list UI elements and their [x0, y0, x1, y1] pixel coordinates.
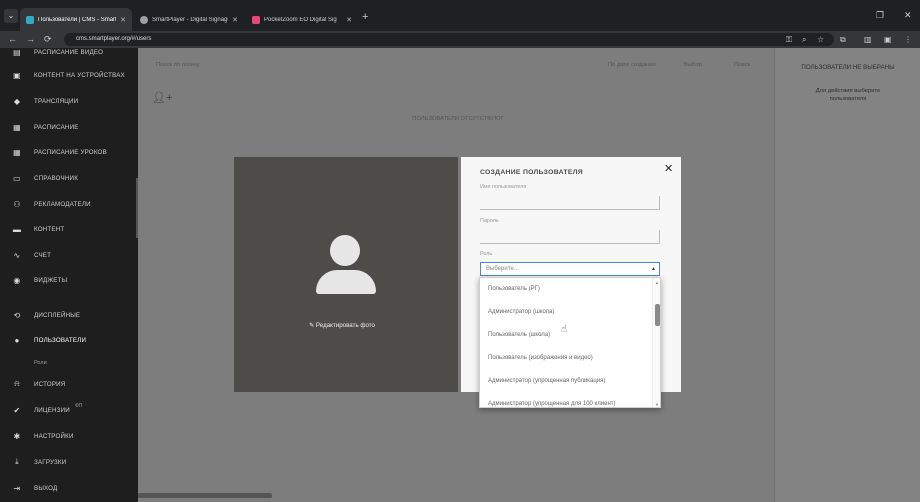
role-option[interactable]: Администратор (школа) — [488, 309, 648, 315]
users-toolbar: Поиск по логину По дате создания Выбор П… — [148, 56, 766, 74]
browser-tab-smartplayer[interactable]: SmartPlayer - Digital Signage f ✕ — [134, 8, 244, 31]
scroll-up-icon[interactable]: ▲ — [655, 280, 659, 285]
sidebar-item-video-schedule[interactable]: ▤ РАСПИСАНИЕ ВИДЕО — [0, 48, 138, 62]
close-tab-icon[interactable]: ✕ — [232, 16, 238, 24]
side-panel-icon[interactable]: ▥ — [864, 34, 872, 45]
role-option[interactable]: Администратор (упрощенная публикация) — [488, 378, 648, 384]
bookmark-star-icon[interactable]: ☆ — [817, 34, 824, 45]
site-favicon-icon — [252, 15, 260, 24]
sidebar-item-displays[interactable]: ⟲ ДИСПЛЕЙНЫЕ — [0, 305, 138, 325]
folder-icon: ▭ — [13, 173, 21, 183]
globe-icon — [140, 15, 148, 24]
browser-address-bar: ← → ⟳ cms.smartplayer.org/#/users ⚿ ⌕ ☆ … — [0, 31, 920, 48]
extensions-icon[interactable]: ⧉ — [840, 34, 846, 45]
tab-search-button[interactable]: ⌄ — [4, 9, 18, 23]
film-icon: ▤ — [13, 48, 21, 57]
url-input[interactable]: cms.smartplayer.org/#/users — [64, 33, 834, 46]
avatar-placeholder-icon — [330, 235, 360, 266]
sidebar-item-downloads[interactable]: ⤓ ЗАГРУЗКИ — [0, 452, 138, 472]
right-panel-title: ПОЛЬЗОВАТЕЛИ НЕ ВЫБРАНЫ — [801, 64, 895, 71]
right-panel — [774, 48, 920, 502]
role-option[interactable]: Пользователь (изображения и видео) — [488, 355, 648, 361]
back-icon[interactable]: ← — [8, 34, 17, 45]
sidebar-item-device-content[interactable]: ▣ КОНТЕНТ НА УСТРОЙСТВАХ — [0, 65, 138, 85]
login-label: Имя пользователя — [480, 184, 527, 190]
sidebar-item-history[interactable]: ⍾ ИСТОРИЯ — [0, 374, 138, 394]
sidebar-item-settings[interactable]: ✱ НАСТРОЙКИ — [0, 426, 138, 446]
caret-up-icon: ▲ — [651, 266, 656, 272]
sync-icon: ⟲ — [13, 310, 21, 320]
license-badge: ФП — [75, 403, 83, 409]
role-label: Роль — [480, 251, 493, 257]
key-icon[interactable]: ⚿ — [786, 34, 792, 45]
download-icon: ⤓ — [15, 457, 19, 466]
dropdown-scrollbar[interactable]: ▲ ▼ — [652, 278, 660, 407]
browser-tab-pocketzoom[interactable]: PocketZoom ЕО Digital Sig ✕ — [246, 8, 358, 31]
menu-icon[interactable]: ⋮ — [904, 34, 912, 45]
zoom-icon[interactable]: ⌕ — [802, 34, 806, 45]
restore-window-icon[interactable]: ❐ — [876, 10, 884, 21]
check-icon: ✔ — [13, 405, 21, 415]
scrollbar-thumb[interactable] — [655, 304, 660, 326]
sidebar-item-lesson-schedule[interactable]: ▦ РАСПИСАНИЕ УРОКОВ — [0, 142, 138, 162]
pencil-icon: ✎ — [309, 322, 315, 329]
site-favicon-icon — [26, 15, 34, 24]
trend-icon: ∿ — [13, 250, 21, 260]
sidebar-item-advertisers[interactable]: ⚇ РЕКЛАМОДАТЕЛИ — [0, 194, 138, 214]
calendar-icon: ▦ — [13, 122, 21, 132]
dialog-title: СОЗДАНИЕ ПОЛЬЗОВАТЕЛЯ — [480, 169, 583, 176]
select-option[interactable]: Выбор — [684, 62, 702, 68]
sort-by-date-option[interactable]: По дате создания — [608, 62, 656, 68]
login-field[interactable] — [480, 196, 660, 210]
sidebar-item-licenses[interactable]: ✔ ЛИЦЕНЗИИ — [0, 400, 138, 420]
role-dropdown-list: Пользователь (РГ) Администратор (школа) … — [479, 277, 661, 408]
hand-cursor-icon: ☝ — [561, 324, 568, 335]
screen-icon: ▣ — [13, 70, 21, 80]
search-option[interactable]: Поиск — [734, 62, 750, 68]
password-field[interactable] — [480, 230, 660, 244]
close-tab-icon[interactable]: ✕ — [346, 16, 352, 24]
sidebar-item-account[interactable]: ∿ СЧЕТ — [0, 245, 138, 265]
logout-icon: ⇥ — [13, 483, 21, 493]
avatar-placeholder-body — [316, 270, 376, 294]
close-icon[interactable]: ✕ — [664, 163, 673, 175]
edit-photo-button[interactable]: ✎ Редактировать фото — [309, 322, 375, 329]
browser-tab-bar: ⌄ Пользователи | CMS - SmartP ✕ SmartPla… — [0, 0, 920, 31]
extension-icon[interactable]: ▣ — [884, 34, 892, 45]
close-window-icon[interactable]: ✕ — [904, 10, 912, 21]
folder-icon: ▬ — [12, 224, 22, 234]
role-option[interactable]: Администратор (упрощенная для 100 клиент… — [488, 401, 648, 407]
sidebar-item-broadcasts[interactable]: ◆ ТРАНСЛЯЦИИ — [0, 91, 138, 111]
right-panel-hint: Для действия выберите пользователя — [815, 88, 881, 102]
scroll-down-icon[interactable]: ▼ — [655, 402, 659, 407]
calendar-icon: ▦ — [13, 147, 21, 157]
role-select[interactable]: Выберите... ▲ — [480, 262, 660, 276]
reload-icon[interactable]: ⟳ — [44, 34, 52, 45]
horizontal-scrollbar[interactable] — [138, 493, 272, 498]
tag-icon: ◆ — [13, 96, 21, 106]
new-tab-icon[interactable]: + — [362, 11, 368, 23]
sidebar-item-directory[interactable]: ▭ СПРАВОЧНИК — [0, 168, 138, 188]
sidebar-item-users[interactable]: ● ПОЛЬЗОВАТЕЛИ — [0, 330, 138, 350]
sidebar-item-schedule[interactable]: ▦ РАСПИСАНИЕ — [0, 117, 138, 137]
bell-icon: ⍾ — [14, 379, 20, 388]
sidebar: ▤ РАСПИСАНИЕ ВИДЕО ▣ КОНТЕНТ НА УСТРОЙСТВА… — [0, 48, 138, 502]
add-user-icon[interactable]: 👤︎+ — [152, 91, 172, 104]
forward-icon[interactable]: → — [26, 34, 35, 45]
close-tab-icon[interactable]: ✕ — [120, 16, 126, 24]
role-option[interactable]: Пользователь (школа) — [488, 332, 648, 338]
sidebar-item-widgets[interactable]: ◉ ВИДЖЕТЫ — [0, 270, 138, 290]
sidebar-subitem-roles[interactable]: Роли — [34, 360, 47, 366]
sidebar-item-logout[interactable]: ⇥ ВЫХОД — [0, 478, 138, 498]
gear-icon: ✱ — [13, 431, 21, 441]
empty-state-text: ПОЛЬЗОВАТЕЛИ ОТСУТСТВУЮТ — [412, 116, 504, 122]
widget-icon: ◉ — [13, 275, 21, 285]
user-icon: ● — [14, 335, 20, 345]
browser-tab-users[interactable]: Пользователи | CMS - SmartP ✕ — [20, 8, 132, 31]
password-label: Пароль — [480, 218, 499, 224]
search-input[interactable]: Поиск по логину — [156, 62, 200, 68]
people-icon: ⚇ — [13, 199, 21, 209]
role-option[interactable]: Пользователь (РГ) — [488, 286, 648, 292]
sidebar-item-content[interactable]: ▬ КОНТЕНТ — [0, 219, 138, 239]
